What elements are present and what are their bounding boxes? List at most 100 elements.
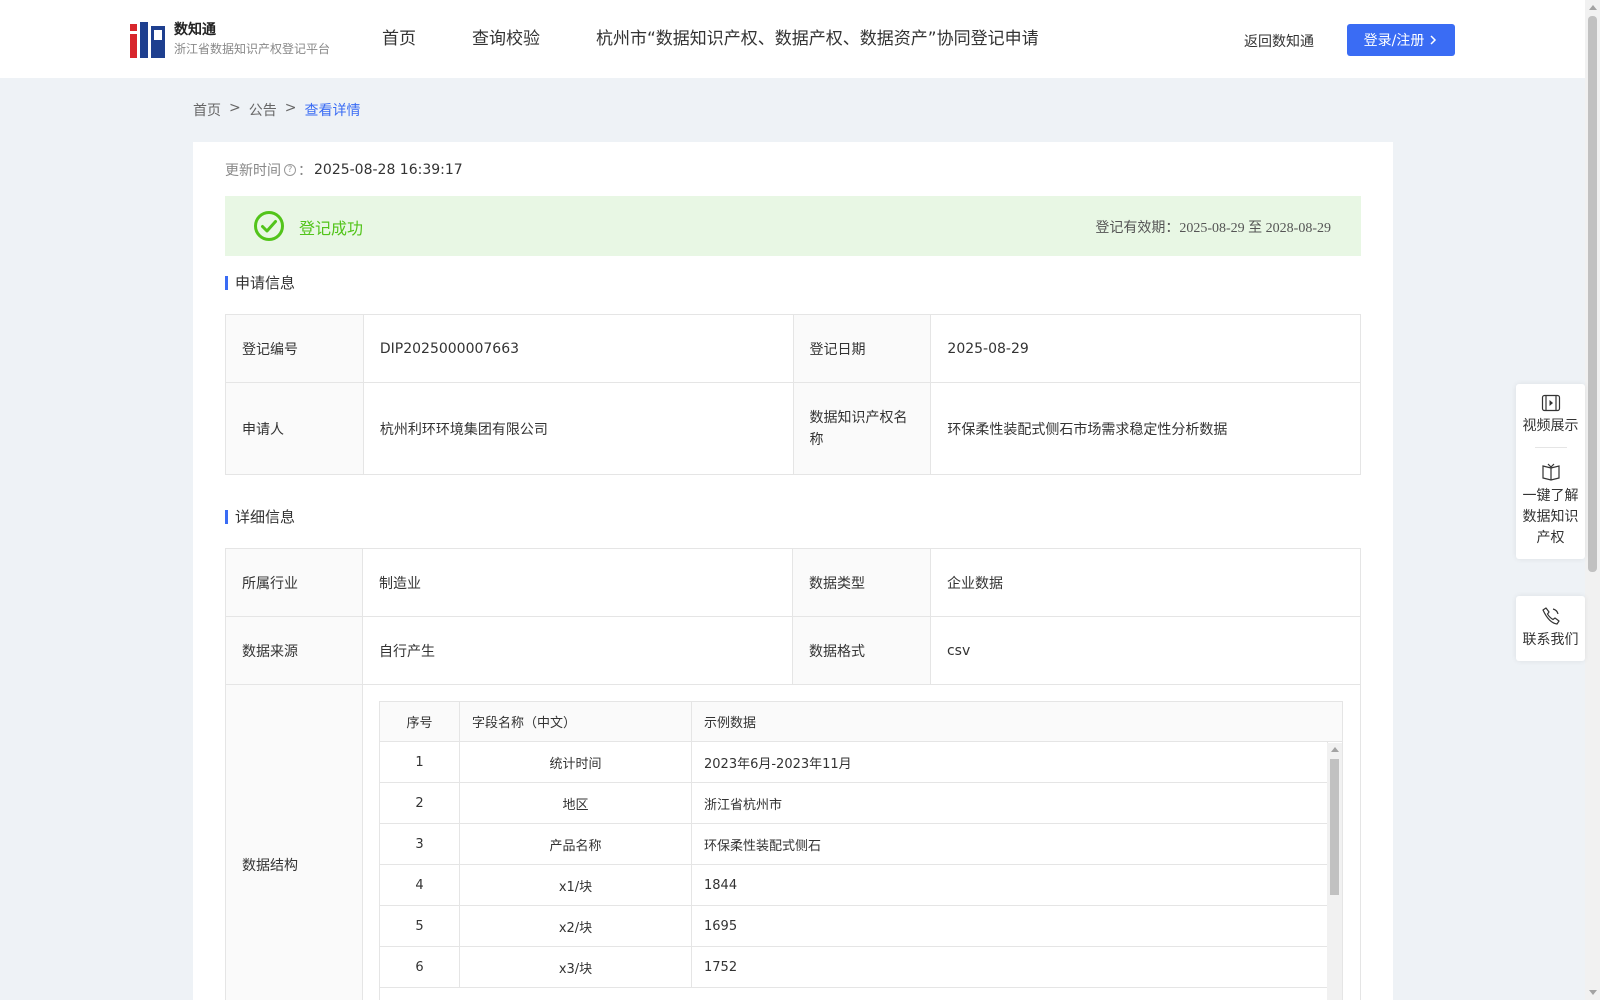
registration-status-banner: 登记成功 登记有效期：2025-08-29 至 2028-08-29 [225,196,1361,256]
detail-card: 更新时间 ? ： 2025-08-28 16:39:17 登记成功 登记有效期：… [193,142,1393,1000]
ip-name-label: 数据知识产权名称 [792,382,932,475]
scroll-up-icon[interactable] [1589,5,1597,10]
contact-panel: 联系我们 [1516,596,1585,661]
page-scrollbar[interactable] [1585,0,1600,1000]
data-structure-label: 数据结构 [225,684,363,1000]
top-header: 数知通 浙江省数据知识产权登记平台 首页 查询校验 杭州市“数据知识产权、数据产… [0,0,1585,78]
scrollbar-thumb[interactable] [1330,759,1339,895]
applicant-label: 申请人 [225,382,364,475]
data-structure-cell: 序号 字段名称（中文） 示例数据 1 统计时间 2023年6月-2023年11月… [362,684,1361,1000]
section-marker [225,275,228,290]
chevron-right-icon [1430,35,1437,45]
row-sample: 1752 [692,947,1328,987]
data-source-label: 数据来源 [225,616,363,685]
col-sample-header: 示例数据 [704,716,757,731]
table-row: 登记编号 DIP2025000007663 登记日期 2025-08-29 [225,314,1361,383]
validity-from: 2025-08-29 [1179,221,1245,236]
update-time-value: 2025-08-28 16:39:17 [314,162,463,178]
industry-label: 所属行业 [225,548,363,617]
update-time-label: 更新时间 [225,163,281,179]
apply-info-table: 登记编号 DIP2025000007663 登记日期 2025-08-29 申请… [225,314,1361,475]
table-row: 申请人 杭州利环环境集团有限公司 数据知识产权名称 环保柔性装配式侧石市场需求稳… [225,382,1361,475]
field-table: 序号 字段名称（中文） 示例数据 1 统计时间 2023年6月-2023年11月… [379,701,1343,1000]
breadcrumb-current: 查看详情 [304,103,361,119]
login-register-label: 登录/注册 [1363,33,1425,49]
scroll-up-icon[interactable] [1331,747,1339,752]
status-text: 登记成功 [299,219,364,238]
detail-info-title: 详细信息 [225,506,295,527]
row-field-name: 统计时间 [460,742,692,782]
logo-subtitle: 浙江省数据知识产权登记平台 [174,42,331,56]
row-index: 1 [380,742,460,782]
login-register-button[interactable]: 登录/注册 [1347,24,1455,56]
validity-period: 登记有效期：2025-08-29 至 2028-08-29 [1095,217,1331,237]
site-logo[interactable]: 数知通 浙江省数据知识产权登记平台 [130,20,330,58]
field-table-scrollbar[interactable] [1327,743,1342,1000]
video-demo-button[interactable]: 视频展示 [1516,384,1585,447]
nav-home[interactable]: 首页 [382,26,416,52]
table-row: 数据来源 自行产生 数据格式 csv [225,616,1362,685]
video-icon [1541,394,1560,412]
table-row: 4 x1/块 1844 [380,865,1342,906]
row-index: 4 [380,865,460,905]
table-row: 6 x3/块 1752 [380,947,1342,988]
apply-info-title: 申请信息 [225,272,295,293]
update-time-colon: ： [298,163,312,179]
row-index: 5 [380,906,460,946]
ip-name-value: 环保柔性装配式侧石市场需求稳定性分析数据 [930,382,1361,475]
learn-ip-label: 一键了解数据知识产权 [1522,488,1579,546]
update-time-row: 更新时间 ? ： 2025-08-28 16:39:17 [225,160,463,180]
row-field-name: 地区 [460,783,692,823]
nav-query[interactable]: 查询校验 [472,26,540,52]
video-demo-label: 视频展示 [1522,418,1579,434]
nav-hangzhou-registration[interactable]: 杭州市“数据知识产权、数据产权、数据资产”协同登记申请 [596,26,1039,52]
row-field-name: x1/块 [460,865,692,905]
table-row: 所属行业 制造业 数据类型 企业数据 [225,548,1362,617]
back-to-shuzhitong-link[interactable]: 返回数知通 [1244,31,1314,51]
row-sample: 1695 [692,906,1328,946]
table-row: 1 统计时间 2023年6月-2023年11月 [380,742,1342,783]
breadcrumb-home[interactable]: 首页 [193,100,221,120]
phone-icon [1541,607,1560,625]
applicant-value: 杭州利环环境集团有限公司 [362,382,794,475]
row-field-name: 产品名称 [460,824,692,864]
row-index: 2 [380,783,460,823]
row-index: 6 [380,947,460,987]
contact-us-label: 联系我们 [1522,632,1579,648]
learn-ip-button[interactable]: 一键了解数据知识产权 [1516,448,1585,559]
side-help-panel: 视频展示 一键了解数据知识产权 [1516,384,1585,559]
row-sample: 浙江省杭州市 [692,783,1328,823]
question-icon[interactable]: ? [284,164,296,176]
validity-label: 登记有效期： [1095,220,1180,236]
row-sample: 1844 [692,865,1328,905]
field-table-header: 序号 字段名称（中文） 示例数据 [380,702,1342,742]
table-row: 数据结构 序号 字段名称（中文） 示例数据 1 统计时间 2023年6月-202… [225,684,1361,1000]
col-field-name-header: 字段名称（中文） [460,702,692,741]
breadcrumb: 首页 > 公告 > 查看详情 [193,100,368,120]
col-index-header: 序号 [380,702,460,741]
breadcrumb-announcement[interactable]: 公告 [249,100,277,120]
contact-us-button[interactable]: 联系我们 [1516,596,1585,661]
breadcrumb-separator: > [229,100,241,116]
data-source-value: 自行产生 [362,616,793,685]
detail-info-table: 所属行业 制造业 数据类型 企业数据 数据来源 自行产生 数据格式 csv 数据… [225,548,1362,1000]
validity-to-word: 至 [1248,220,1263,236]
row-sample: 2023年6月-2023年11月 [692,742,1328,782]
section-marker [225,509,228,524]
registration-date-value: 2025-08-29 [930,314,1361,383]
industry-value: 制造业 [362,548,793,617]
row-index: 3 [380,824,460,864]
scroll-down-icon[interactable] [1589,990,1597,995]
main-nav: 首页 查询校验 杭州市“数据知识产权、数据产权、数据资产”协同登记申请 [382,26,1095,52]
registration-date-label: 登记日期 [792,314,932,383]
row-field-name: x2/块 [460,906,692,946]
logo-name: 数知通 [174,22,216,38]
data-type-label: 数据类型 [791,548,931,617]
scrollbar-thumb[interactable] [1588,16,1597,572]
data-type-value: 企业数据 [929,548,1362,617]
validity-to: 2028-08-29 [1265,221,1331,236]
table-row: 5 x2/块 1695 [380,906,1342,947]
table-row: 2 地区 浙江省杭州市 [380,783,1342,824]
data-format-label: 数据格式 [791,616,931,685]
registration-no-value: DIP2025000007663 [362,314,794,383]
